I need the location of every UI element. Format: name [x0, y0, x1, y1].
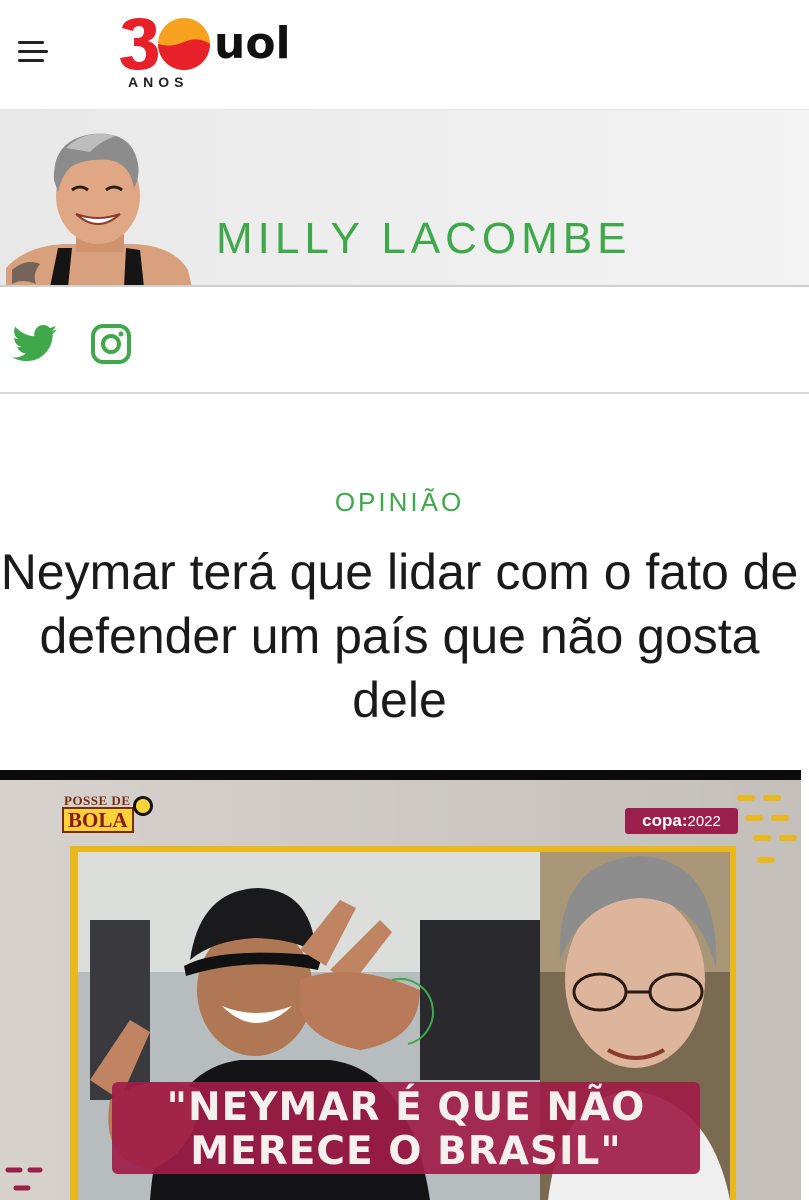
- article-headline: Neymar terá que lidar com o fato de defe…: [0, 544, 799, 728]
- posse-de-bola-logo: POSSE DE BOLA: [62, 793, 158, 835]
- quote-line-2: MERECE O BRASIL": [190, 1129, 622, 1174]
- uol-30-anos-logo[interactable]: uol ANOS: [118, 14, 308, 94]
- hamburger-menu-icon[interactable]: [16, 37, 50, 67]
- quote-line-1: "NEYMAR É QUE NÃO: [166, 1085, 646, 1130]
- author-name[interactable]: MILLY LACOMBE: [216, 214, 632, 264]
- copa-2022-badge: copa:2022: [625, 808, 738, 834]
- posse-logo-bottom: BOLA: [62, 807, 134, 833]
- copa-badge-brand: copa: [642, 811, 682, 830]
- social-links: [0, 287, 809, 394]
- author-avatar[interactable]: [6, 118, 192, 285]
- article-kicker: OPINIÃO: [334, 487, 465, 517]
- instagram-icon[interactable]: [90, 323, 132, 365]
- quote-caption: "NEYMAR É QUE NÃO MERECE O BRASIL": [112, 1086, 700, 1174]
- copa-badge-year: 2022: [687, 813, 721, 830]
- top-bar: uol ANOS: [0, 0, 809, 110]
- logo-anos-label: ANOS: [128, 74, 189, 90]
- logo-brand-text: uol: [214, 18, 291, 69]
- soccer-ball-icon: [133, 796, 153, 816]
- author-header: MILLY LACOMBE: [0, 110, 809, 287]
- twitter-icon[interactable]: [12, 325, 58, 363]
